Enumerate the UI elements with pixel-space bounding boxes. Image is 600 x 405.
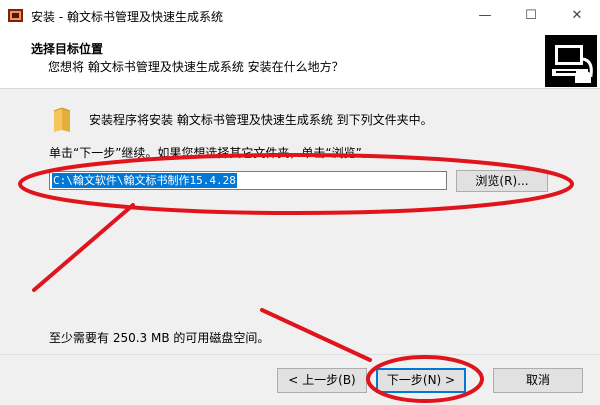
wizard-footer: < 上一步(B) 下一步(N) > 取消 xyxy=(0,354,600,405)
disk-space-text: 至少需要有 250.3 MB 的可用磁盘空间。 xyxy=(49,331,270,345)
next-button[interactable]: 下一步(N) > xyxy=(376,368,466,393)
wizard-body: 安装程序将安装 翰文标书管理及快速生成系统 到下列文件夹中。 单击“下一步”继续… xyxy=(0,89,600,354)
install-path-input[interactable]: C:\翰文软件\翰文标书制作15.4.28 xyxy=(49,171,447,190)
folder-icon xyxy=(53,107,71,132)
cancel-button[interactable]: 取消 xyxy=(493,368,583,393)
minimize-button[interactable]: — xyxy=(462,0,508,31)
wizard-header: 选择目标位置 您想将 翰文标书管理及快速生成系统 安装在什么地方？ xyxy=(0,31,600,87)
computer-install-icon xyxy=(545,35,597,87)
page-subtitle: 您想将 翰文标书管理及快速生成系统 安装在什么地方？ xyxy=(48,60,344,74)
browse-button[interactable]: 浏览(R)... xyxy=(456,170,548,192)
install-path-value: C:\翰文软件\翰文标书制作15.4.28 xyxy=(52,173,237,188)
installer-app-icon xyxy=(8,9,23,22)
maximize-button[interactable]: ☐ xyxy=(508,0,554,31)
close-button[interactable]: ✕ xyxy=(554,0,600,31)
back-button[interactable]: < 上一步(B) xyxy=(277,368,367,393)
title-bar: 安装 - 翰文标书管理及快速生成系统 — ☐ ✕ xyxy=(0,0,600,31)
intro-text: 安装程序将安装 翰文标书管理及快速生成系统 到下列文件夹中。 xyxy=(89,113,433,127)
page-title: 选择目标位置 xyxy=(31,42,104,56)
instruction-text: 单击“下一步”继续。如果您想选择其它文件夹，单击“浏览”。 xyxy=(49,146,374,160)
window-title: 安装 - 翰文标书管理及快速生成系统 xyxy=(31,10,223,24)
